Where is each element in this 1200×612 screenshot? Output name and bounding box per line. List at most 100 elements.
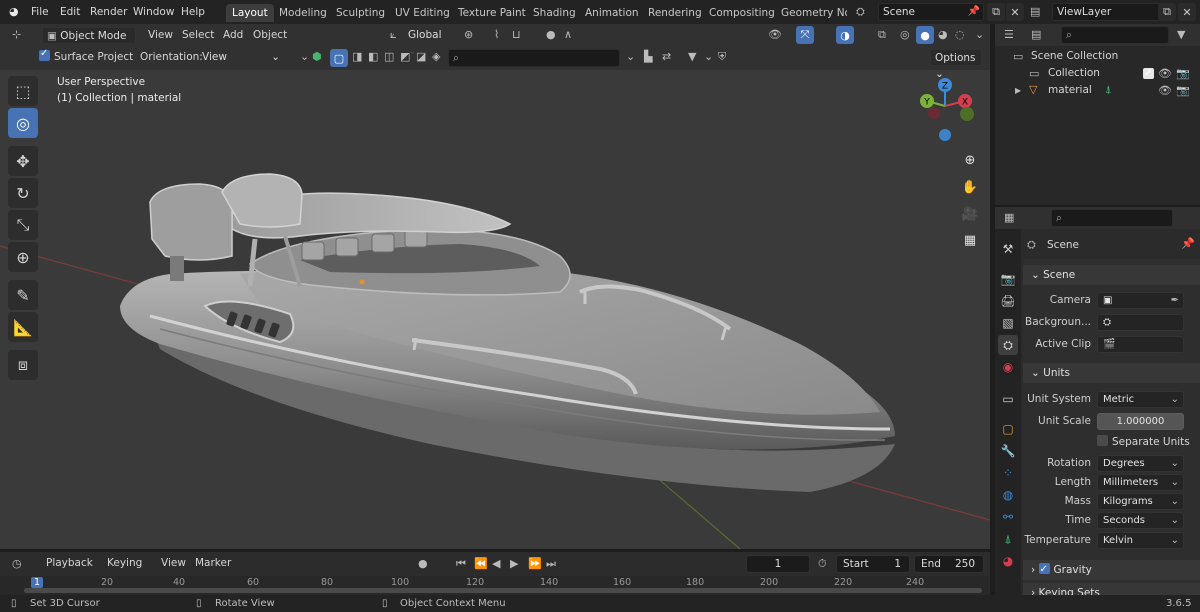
unit-scale-field[interactable]: 1.000000 (1097, 413, 1184, 430)
menu-file[interactable]: File (31, 5, 49, 19)
editor-type-icon[interactable]: ⊹ (12, 28, 21, 42)
outliner-search-field[interactable]: ⌕ (1061, 26, 1169, 44)
tab-animation[interactable]: Animation (579, 4, 645, 22)
pivot-point-icon[interactable]: ⊛ (464, 28, 473, 42)
visibility-icon[interactable]: 👁 (768, 28, 782, 42)
record-icon[interactable]: ● (418, 557, 428, 571)
filter-dropdown-icon[interactable]: ⌄ (704, 50, 713, 64)
menu-playback[interactable]: Playback (46, 556, 93, 570)
timeline-scrollbar[interactable] (24, 588, 982, 593)
select-box-tool-icon[interactable]: ⬚ (8, 76, 38, 106)
tab-sculpting[interactable]: Sculpting (330, 4, 391, 22)
world-tab-icon[interactable]: ◉ (998, 357, 1018, 377)
select-mode-intersect-icon[interactable]: ◩ (400, 50, 410, 64)
select-mode-all-icon[interactable]: ◪ (416, 50, 426, 64)
falloff-icon[interactable]: ∧ (564, 28, 572, 42)
scene-collection-row[interactable]: ▭ Scene Collection (995, 48, 1200, 65)
view-layer-tab-icon[interactable]: ▧ (998, 313, 1018, 333)
menu-marker[interactable]: Marker (195, 556, 231, 570)
rotation-dropdown[interactable]: Degrees ⌄ (1097, 455, 1184, 472)
separate-units-toggle[interactable]: Separate Units (1097, 434, 1190, 450)
snap-target-icon[interactable]: ⊔ (512, 28, 521, 42)
tab-layout[interactable]: Layout (226, 4, 274, 22)
pin-properties-icon[interactable]: 📌 (1181, 237, 1195, 251)
render-tab-icon[interactable]: 📷 (998, 269, 1018, 289)
3d-viewport[interactable]: ⊹ ▣ Object Mode View Select Add Object ⟀… (0, 24, 990, 549)
select-mode-extend-icon[interactable]: ◨ (352, 50, 362, 64)
object-origin[interactable] (359, 279, 365, 285)
add-cube-tool-icon[interactable]: ⧈ (8, 350, 38, 380)
tab-modeling[interactable]: Modeling (273, 4, 333, 22)
collection-exclude-checkbox[interactable] (1143, 65, 1154, 82)
select-mode-difference-icon[interactable]: ◫ (384, 50, 394, 64)
keying-sets-panel-header[interactable]: › Keying Sets (1023, 583, 1200, 595)
menu-help[interactable]: Help (181, 5, 205, 19)
view-layer-icon[interactable]: ▤ (1030, 5, 1040, 19)
scene-selector[interactable]: Scene 📌 (878, 3, 984, 21)
properties-search-field[interactable]: ⌕ (1051, 209, 1173, 227)
camera-field[interactable]: ▣ ✒ (1097, 292, 1184, 309)
move-tool-icon[interactable]: ✥ (8, 146, 38, 176)
expand-arrow-icon[interactable]: ▶ (1015, 84, 1021, 98)
hand-pan-icon[interactable]: ✋ (959, 176, 981, 198)
time-dropdown[interactable]: Seconds ⌄ (1097, 512, 1184, 529)
camera-view-icon[interactable]: 🎥 (959, 203, 981, 225)
active-clip-field[interactable]: 🎬 (1097, 336, 1184, 353)
menu-timeline-view[interactable]: View (161, 556, 186, 570)
object-tab-icon[interactable]: ▢ (998, 419, 1018, 439)
tab-shading[interactable]: Shading (527, 4, 582, 22)
current-frame-field[interactable]: 1 (746, 555, 810, 573)
xray-icon[interactable]: ⧉ (878, 28, 886, 42)
collection-tab-icon[interactable]: ▭ (998, 389, 1018, 409)
sort-icon[interactable]: ⇄ (662, 50, 671, 64)
properties-editor-icon[interactable]: ▦ (1004, 211, 1014, 225)
select-mode-set-icon[interactable]: ▢ (330, 49, 348, 67)
collection-row[interactable]: ▭ Collection 👁 📷 (995, 65, 1200, 82)
select-mode-subtract-icon[interactable]: ◧ (368, 50, 378, 64)
material-shading-icon[interactable]: ◕ (938, 28, 948, 42)
temperature-dropdown[interactable]: Kelvin ⌄ (1097, 532, 1184, 549)
tab-uv-editing[interactable]: UV Editing (389, 4, 456, 22)
eyedropper-icon[interactable]: ✒ (1171, 293, 1179, 308)
menu-window[interactable]: Window (133, 5, 174, 19)
annotate-tool-icon[interactable]: ✎ (8, 280, 38, 310)
output-tab-icon[interactable]: 🖨 (998, 291, 1018, 311)
timeline-editor-icon[interactable]: ◷ (12, 557, 22, 571)
cursor-tool-icon[interactable]: ◎ (8, 108, 38, 138)
menu-edit[interactable]: Edit (60, 5, 80, 19)
grid-projection-icon[interactable]: ▦ (959, 229, 981, 251)
filter-icon[interactable]: ▼ (688, 50, 696, 64)
shield-icon[interactable]: ⛨ (718, 50, 726, 64)
menu-render[interactable]: Render (90, 5, 127, 19)
jump-start-icon[interactable]: ⏮ (456, 557, 466, 571)
delete-scene-icon[interactable]: ✕ (1006, 3, 1024, 21)
particles-tab-icon[interactable]: ⁘ (998, 463, 1018, 483)
zoom-icon[interactable]: ⊕ (959, 149, 981, 171)
menu-view[interactable]: View (148, 28, 173, 42)
outliner-editor-icon[interactable]: ☰ (1004, 28, 1014, 42)
menu-object[interactable]: Object (253, 28, 287, 42)
tab-geometry-nodes[interactable]: Geometry Noc (775, 4, 847, 22)
object-render-icon[interactable]: 📷 (1176, 84, 1190, 98)
play-icon[interactable]: ▶ (510, 557, 518, 571)
options-dropdown[interactable]: Options ⌄ (930, 49, 982, 80)
scale-tool-icon[interactable]: ⤡ (8, 210, 38, 240)
preview-range-icon[interactable]: ⏱ (818, 557, 827, 571)
quick-favorites-icon[interactable]: ▙ (644, 50, 652, 64)
data-tab-icon[interactable]: ⍋ (998, 529, 1018, 549)
color-wheel-icon[interactable]: ⬢ (312, 50, 322, 64)
outliner-filter-icon[interactable]: ▼ (1177, 28, 1185, 42)
length-dropdown[interactable]: Millimeters ⌄ (1097, 474, 1184, 491)
proportional-edit-icon[interactable]: ● (546, 28, 556, 42)
unit-system-dropdown[interactable]: Metric ⌄ (1097, 391, 1184, 408)
tab-texture-paint[interactable]: Texture Paint (452, 4, 532, 22)
tool-tab-icon[interactable]: ⚒ (998, 239, 1018, 259)
tab-compositing[interactable]: Compositing (703, 4, 781, 22)
end-frame-field[interactable]: End 250 (914, 555, 984, 573)
new-view-layer-icon[interactable]: ⧉ (1158, 3, 1176, 21)
tab-rendering[interactable]: Rendering (642, 4, 708, 22)
rendered-shading-icon[interactable]: ◌ (955, 28, 965, 42)
wireframe-shading-icon[interactable]: ◎ (900, 28, 910, 42)
modifier-tab-icon[interactable]: 🔧 (998, 441, 1018, 461)
navigation-gizmo[interactable]: Z Y X (912, 74, 982, 154)
